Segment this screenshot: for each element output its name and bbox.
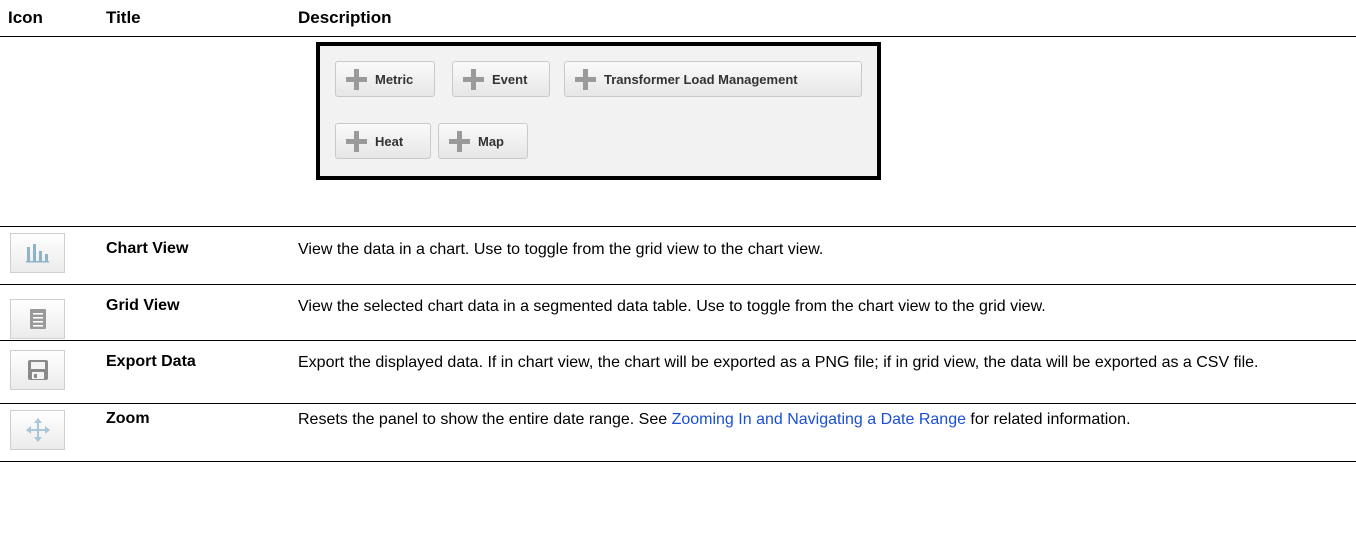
row-divider [0,340,1356,341]
description-text: for related information. [965,411,1131,428]
button-label: Event [492,71,528,87]
plus-icon [346,130,367,152]
button-label: Map [478,133,504,149]
add-heat-button[interactable]: Heat [335,123,431,159]
button-label: Metric [375,71,414,87]
header-divider [0,36,1356,37]
row-description: Export the displayed data. If in chart v… [298,354,1259,371]
description-text: Resets the panel to show the entire date… [298,411,672,428]
add-map-button[interactable]: Map [438,123,528,159]
button-label: Transformer Load Management [604,71,798,87]
add-event-button[interactable]: Event [452,61,550,97]
grid-view-button[interactable] [10,299,65,339]
plus-icon [463,68,484,90]
column-header-icon: Icon [8,8,43,27]
plus-icon [575,68,596,90]
row-divider [0,226,1356,227]
bar-chart-icon [25,244,49,263]
column-header-description: Description [298,8,392,27]
row-description: Resets the panel to show the entire date… [298,410,1308,430]
row-title: Zoom [106,410,150,427]
export-data-button[interactable] [10,350,65,390]
row-description: View the selected chart data in a segmen… [298,298,1046,315]
chart-view-button[interactable] [10,233,65,273]
row-title: Export Data [106,353,196,370]
row-divider [0,284,1356,285]
add-panel-toolbar-screenshot: Metric Event Transformer Load Management… [316,42,881,180]
move-arrows-icon [25,418,50,442]
add-transformer-load-management-button[interactable]: Transformer Load Management [564,61,862,97]
grid-list-icon [29,309,46,329]
column-header-title: Title [106,8,141,27]
zoom-button[interactable] [10,410,65,450]
button-label: Heat [375,133,404,149]
zooming-in-link[interactable]: Zooming In and Navigating a Date Range [672,411,966,428]
plus-icon [346,68,367,90]
row-title: Grid View [106,297,180,314]
plus-icon [449,130,470,152]
add-metric-button[interactable]: Metric [335,61,435,97]
row-description: View the data in a chart. Use to toggle … [298,241,824,258]
row-title: Chart View [106,240,189,257]
row-divider [0,461,1356,462]
row-divider [0,403,1356,404]
save-disk-icon [27,360,48,380]
